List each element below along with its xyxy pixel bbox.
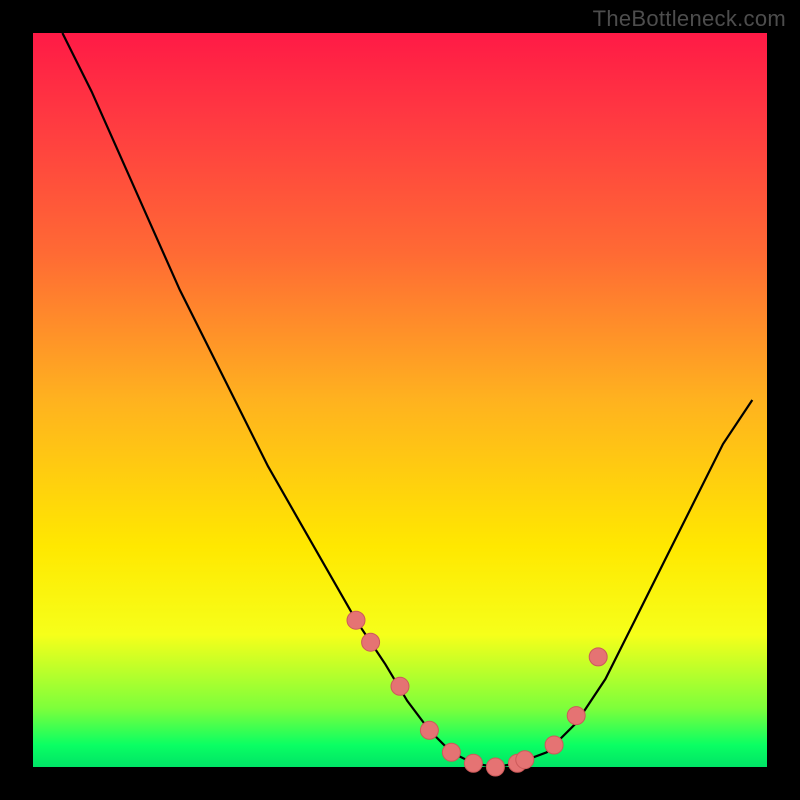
highlighted-point xyxy=(486,758,504,776)
highlighted-point xyxy=(442,743,460,761)
highlighted-point xyxy=(420,721,438,739)
highlighted-point xyxy=(567,707,585,725)
highlighted-point xyxy=(545,736,563,754)
watermark-text: TheBottleneck.com xyxy=(593,6,786,32)
highlighted-point xyxy=(589,648,607,666)
chart-svg xyxy=(33,33,767,767)
highlighted-point xyxy=(362,633,380,651)
highlighted-point xyxy=(391,677,409,695)
chart-frame: TheBottleneck.com xyxy=(0,0,800,800)
highlighted-point xyxy=(347,611,365,629)
highlighted-points-group xyxy=(347,611,607,776)
highlighted-point xyxy=(516,751,534,769)
highlighted-point xyxy=(464,754,482,772)
bottleneck-curve xyxy=(62,33,752,767)
